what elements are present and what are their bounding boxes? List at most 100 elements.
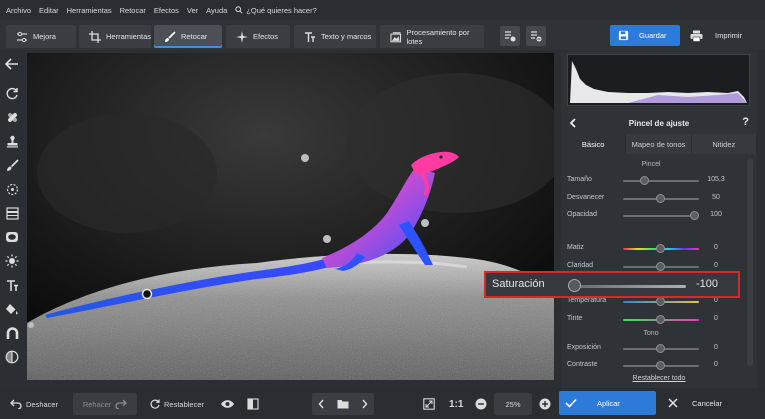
- slider-knob[interactable]: [640, 176, 649, 185]
- save-button[interactable]: Guardar: [610, 25, 680, 46]
- tab-retocar[interactable]: Retocar: [154, 25, 222, 48]
- slider-track[interactable]: [623, 180, 699, 182]
- bandage-icon[interactable]: [4, 109, 20, 125]
- compare-button[interactable]: [247, 393, 259, 415]
- tab-label: Efectos: [253, 32, 279, 41]
- slider-exposicion[interactable]: Exposición 0: [567, 343, 747, 355]
- left-toolbar: [0, 52, 24, 380]
- brush-icon: [165, 30, 176, 42]
- slider-matiz[interactable]: Matiz 0: [567, 243, 747, 255]
- zoom-out-button[interactable]: [475, 393, 487, 415]
- slider-value: 100: [710, 211, 722, 218]
- apply-button[interactable]: Aplicar: [559, 391, 656, 415]
- actual-size-button[interactable]: 1:1: [449, 393, 463, 415]
- slider-knob[interactable]: [656, 194, 665, 203]
- saturation-knob[interactable]: [568, 279, 581, 292]
- layers-add-button[interactable]: [500, 26, 520, 46]
- subtab-basico[interactable]: Básico: [561, 134, 627, 154]
- panel-scrollbar[interactable]: [747, 158, 753, 366]
- search-box[interactable]: ¿Qué quieres hacer?: [235, 6, 317, 15]
- menu-efectos[interactable]: Efectos: [154, 6, 179, 15]
- menu-ver[interactable]: Ver: [187, 6, 198, 15]
- restore-all-link[interactable]: Restablecer todo: [561, 375, 757, 382]
- slider-knob[interactable]: [656, 361, 665, 370]
- chevron-left-icon[interactable]: [318, 399, 325, 409]
- slider-desvanecer[interactable]: Desvanecer 50: [567, 193, 747, 205]
- tab-label: Herramientas: [105, 32, 151, 41]
- cancel-button[interactable]: Cancelar: [662, 391, 757, 415]
- menu-retocar[interactable]: Retocar: [120, 6, 146, 15]
- search-icon: [235, 6, 243, 14]
- slider-knob[interactable]: [656, 244, 665, 253]
- redo-button[interactable]: Rehacer: [73, 393, 137, 415]
- tab-procesamiento-por-lotes[interactable]: Procesamiento por lotes: [380, 25, 484, 48]
- tab-mejora[interactable]: Mejora: [6, 25, 76, 48]
- slider-tinte[interactable]: Tinte 0: [567, 314, 747, 326]
- tab-label: Mejora: [33, 32, 56, 41]
- menu-editar[interactable]: Editar: [39, 6, 59, 15]
- print-button[interactable]: Imprimir: [688, 25, 760, 46]
- rotate-icon[interactable]: [4, 85, 20, 101]
- fit-screen-button[interactable]: [423, 393, 435, 415]
- menu-archivo[interactable]: Archivo: [6, 6, 31, 15]
- slider-value: 0: [714, 344, 718, 351]
- layers-remove-button[interactable]: [526, 26, 546, 46]
- folder-icon[interactable]: [337, 399, 349, 409]
- close-icon: [668, 398, 678, 408]
- print-label: Imprimir: [715, 31, 743, 40]
- radial-filter-icon[interactable]: [4, 181, 20, 197]
- tab-efectos[interactable]: Efectos: [226, 25, 290, 48]
- photo-canvas[interactable]: [27, 53, 554, 380]
- plus-circle-icon: [539, 398, 551, 410]
- slider-track[interactable]: [623, 215, 699, 217]
- gradient-filter-icon[interactable]: [4, 205, 20, 221]
- reset-button[interactable]: Restablecer: [150, 393, 204, 415]
- menu-ayuda[interactable]: Ayuda: [206, 6, 227, 15]
- slider-knob[interactable]: [656, 344, 665, 353]
- undo-button[interactable]: Deshacer: [10, 393, 58, 415]
- menu-herramientas[interactable]: Herramientas: [67, 6, 112, 15]
- subtab-mapeo-de-tonos[interactable]: Mapeo de tonos: [626, 134, 692, 154]
- sun-icon[interactable]: [4, 253, 20, 269]
- subtab-nitidez[interactable]: Nitidez: [691, 134, 757, 154]
- preview-eye-button[interactable]: [220, 393, 235, 415]
- slider-knob[interactable]: [656, 315, 665, 324]
- slider-label: Tamaño: [567, 176, 592, 183]
- slider-knob[interactable]: [690, 211, 699, 220]
- slider-knob[interactable]: [656, 262, 665, 271]
- vignette-icon[interactable]: [4, 229, 20, 245]
- reset-icon: [150, 399, 160, 409]
- fill-bucket-icon[interactable]: [4, 301, 20, 317]
- cancel-label: Cancelar: [692, 398, 723, 408]
- zoom-level[interactable]: 25%: [494, 393, 532, 415]
- chevron-right-icon[interactable]: [361, 399, 368, 409]
- slider-opacidad[interactable]: Opacidad 100: [567, 210, 747, 222]
- tab-texto-y-marcos[interactable]: Texto y marcos: [294, 25, 376, 48]
- eye-icon: [221, 400, 234, 408]
- zoom-in-button[interactable]: [539, 393, 551, 415]
- slider-label: Contraste: [567, 361, 598, 368]
- help-icon[interactable]: ?: [742, 116, 749, 128]
- brush-tool-icon[interactable]: [4, 157, 20, 173]
- lizard-photo: [27, 53, 554, 380]
- slider-tamano[interactable]: Tamaño 105,3: [567, 175, 747, 187]
- crop-icon: [89, 30, 101, 43]
- tab-herramientas[interactable]: Herramientas: [79, 25, 151, 48]
- saturation-slider-highlight[interactable]: Saturación -100: [484, 271, 740, 298]
- redo-label: Rehacer: [82, 399, 112, 409]
- slider-value: 0: [714, 315, 718, 322]
- slider-value: 50: [712, 194, 720, 201]
- chevron-left-icon[interactable]: [569, 118, 577, 128]
- mask-icon[interactable]: [4, 349, 20, 365]
- redo-icon: [115, 399, 128, 409]
- saturation-track[interactable]: [572, 285, 686, 288]
- magnet-icon[interactable]: [4, 325, 20, 341]
- back-arrow-icon[interactable]: [4, 56, 20, 72]
- panel-title: Pincel de ajuste: [628, 118, 690, 128]
- slider-contraste[interactable]: Contraste 0: [567, 360, 747, 372]
- slider-knob[interactable]: [656, 297, 665, 306]
- floppy-icon: [618, 30, 629, 41]
- stamp-icon[interactable]: [4, 133, 20, 149]
- text-tool-icon[interactable]: [4, 277, 20, 293]
- section-tono: Tono: [643, 330, 659, 337]
